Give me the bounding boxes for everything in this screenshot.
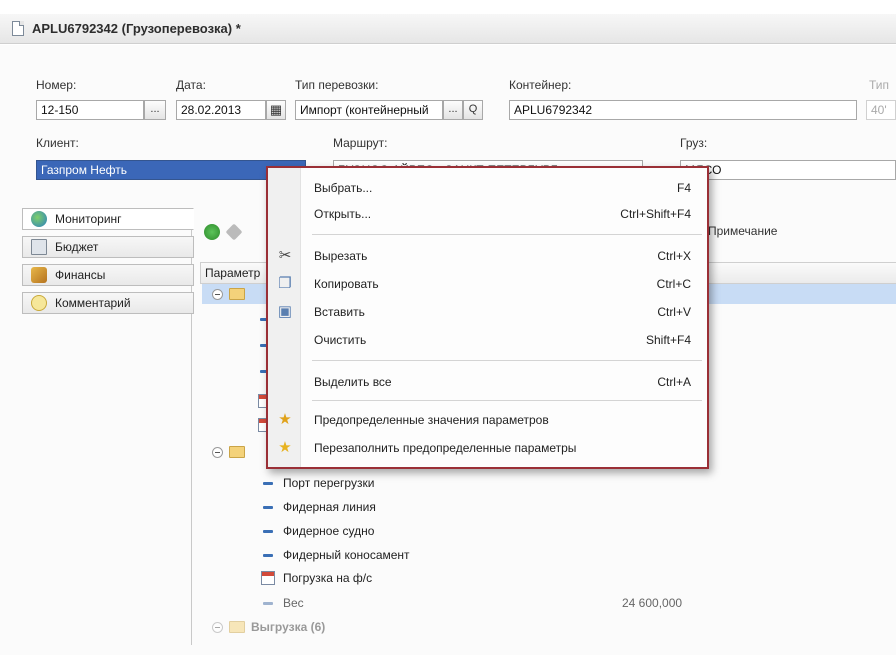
tab-budget[interactable]: Бюджет — [22, 236, 194, 258]
menu-item-shortcut: Ctrl+V — [657, 305, 691, 319]
menu-item-label: Перезаполнить предопределенные параметры — [314, 441, 577, 455]
param-icon — [263, 505, 273, 509]
tree-row[interactable]: Вес — [263, 596, 304, 610]
transport-type-search-icon[interactable]: Q — [463, 100, 483, 120]
scissors-icon: ✂ — [278, 247, 292, 264]
menu-separator — [312, 400, 702, 401]
param-icon — [263, 601, 273, 605]
tab-monitoring[interactable]: Мониторинг — [22, 208, 194, 230]
number-select-button[interactable]: ... — [144, 100, 166, 120]
menu-item-label: Вырезать — [314, 249, 368, 263]
calculator-icon — [31, 239, 47, 255]
param-icon — [263, 529, 273, 533]
container-type-field[interactable]: 40' — [866, 100, 896, 120]
folder-icon — [229, 621, 245, 633]
container-field[interactable]: APLU6792342 — [509, 100, 857, 120]
paste-icon: ▣ — [277, 303, 293, 320]
number-label: Номер: — [36, 78, 77, 92]
cargo-field[interactable]: МЯСО — [680, 160, 896, 180]
container-label: Контейнер: — [509, 78, 572, 92]
menu-item-shortcut: F4 — [676, 181, 691, 195]
menu-item-label: Предопределенные значения параметров — [314, 413, 549, 427]
tree-row[interactable]: Порт перегрузки — [263, 476, 374, 490]
menu-item-refill-predefined[interactable]: Перезаполнить предопределенные параметры — [301, 436, 707, 460]
star-wand-icon: ★ — [278, 411, 292, 428]
number-field[interactable]: 12-150 — [36, 100, 144, 120]
tab-label: Мониторинг — [55, 212, 122, 226]
date-field[interactable]: 28.02.2013 — [176, 100, 266, 120]
tab-label: Бюджет — [55, 240, 99, 254]
tree-row-label: Фидерный коносамент — [283, 548, 410, 562]
transport-type-label: Тип перевозки: — [295, 78, 379, 92]
tree-group-row[interactable] — [212, 288, 251, 300]
window-title: APLU6792342 (Грузоперевозка) * — [32, 21, 241, 36]
folder-icon — [229, 288, 245, 300]
menu-item-shortcut: Ctrl+A — [657, 375, 691, 389]
document-icon — [12, 21, 24, 36]
add-icon[interactable] — [204, 224, 220, 240]
tab-finance[interactable]: Финансы — [22, 264, 194, 286]
tree-row[interactable]: Фидерный коносамент — [263, 548, 410, 562]
menu-item-copy[interactable]: Копировать Ctrl+C — [301, 272, 707, 296]
tree-row[interactable]: Фидерная линия — [263, 500, 376, 514]
menu-item-clear[interactable]: Очистить Shift+F4 — [301, 328, 707, 352]
collapse-icon[interactable] — [212, 621, 223, 633]
menu-separator — [312, 234, 702, 235]
tree-group-row-2[interactable] — [212, 446, 251, 458]
column-header-note[interactable]: Примечание — [708, 224, 777, 238]
tree-group-row-3[interactable]: Выгрузка (6) — [212, 620, 325, 634]
tree-row-label: Погрузка на ф/с — [283, 571, 373, 585]
menu-item-shortcut: Ctrl+X — [657, 249, 691, 263]
tree-row[interactable]: Фидерное судно — [263, 524, 374, 538]
column-header-parameter[interactable]: Параметр — [205, 266, 260, 280]
tree-row-label: Фидерное судно — [283, 524, 375, 538]
date-label: Дата: — [176, 78, 206, 92]
tree-row-label: Выгрузка (6) — [251, 620, 326, 634]
comment-icon — [31, 295, 47, 311]
folder-icon — [229, 446, 245, 458]
tree-row-label: Фидерная линия — [283, 500, 376, 514]
calendar-icon — [261, 571, 275, 585]
menu-separator — [312, 360, 702, 361]
context-menu: Выбрать... F4 Открыть... Ctrl+Shift+F4 ✂… — [266, 166, 709, 469]
menu-item-predefined-values[interactable]: Предопределенные значения параметров — [301, 408, 707, 432]
star-icon: ★ — [278, 439, 292, 456]
param-icon — [263, 553, 273, 557]
cargo-label: Груз: — [680, 136, 708, 150]
menu-item-shortcut: Ctrl+Shift+F4 — [620, 207, 691, 221]
tree-row-label: Порт перегрузки — [283, 476, 375, 490]
window-titlebar: APLU6792342 (Грузоперевозка) * — [0, 14, 896, 44]
menu-item-shortcut: Shift+F4 — [645, 333, 691, 347]
container-type-label: Тип — [869, 78, 890, 92]
tree-row-label: Вес — [283, 596, 304, 610]
menu-item-open[interactable]: Открыть... Ctrl+Shift+F4 — [301, 202, 707, 226]
menu-item-label: Копировать — [314, 277, 379, 291]
tab-comment[interactable]: Комментарий — [22, 292, 194, 314]
menu-item-select[interactable]: Выбрать... F4 — [301, 176, 707, 200]
globe-icon — [31, 211, 47, 227]
menu-item-select-all[interactable]: Выделить все Ctrl+A — [301, 370, 707, 394]
finance-icon — [31, 267, 47, 283]
calendar-button[interactable]: ▦ — [266, 100, 286, 120]
transport-type-field[interactable]: Импорт (контейнерный — [295, 100, 443, 120]
client-label: Клиент: — [36, 136, 79, 150]
menu-item-label: Выделить все — [314, 375, 392, 389]
collapse-icon[interactable] — [212, 446, 223, 458]
menu-item-cut[interactable]: Вырезать Ctrl+X — [301, 244, 707, 268]
weight-value: 24 600,000 — [622, 596, 683, 610]
tab-label: Финансы — [55, 268, 106, 282]
menu-item-label: Открыть... — [314, 207, 372, 221]
transport-type-select-button[interactable]: ... — [443, 100, 463, 120]
copy-icon: ❐ — [278, 275, 292, 292]
route-label: Маршрут: — [333, 136, 388, 150]
tree-row[interactable]: Погрузка на ф/с — [261, 571, 372, 585]
menu-item-label: Очистить — [314, 333, 367, 347]
menu-item-label: Вставить — [314, 305, 365, 319]
menu-item-paste[interactable]: Вставить Ctrl+V — [301, 300, 707, 324]
collapse-icon[interactable] — [212, 288, 223, 300]
param-icon — [263, 481, 273, 485]
menu-item-label: Выбрать... — [314, 181, 373, 195]
tab-label: Комментарий — [55, 296, 131, 310]
menu-item-shortcut: Ctrl+C — [656, 277, 691, 291]
